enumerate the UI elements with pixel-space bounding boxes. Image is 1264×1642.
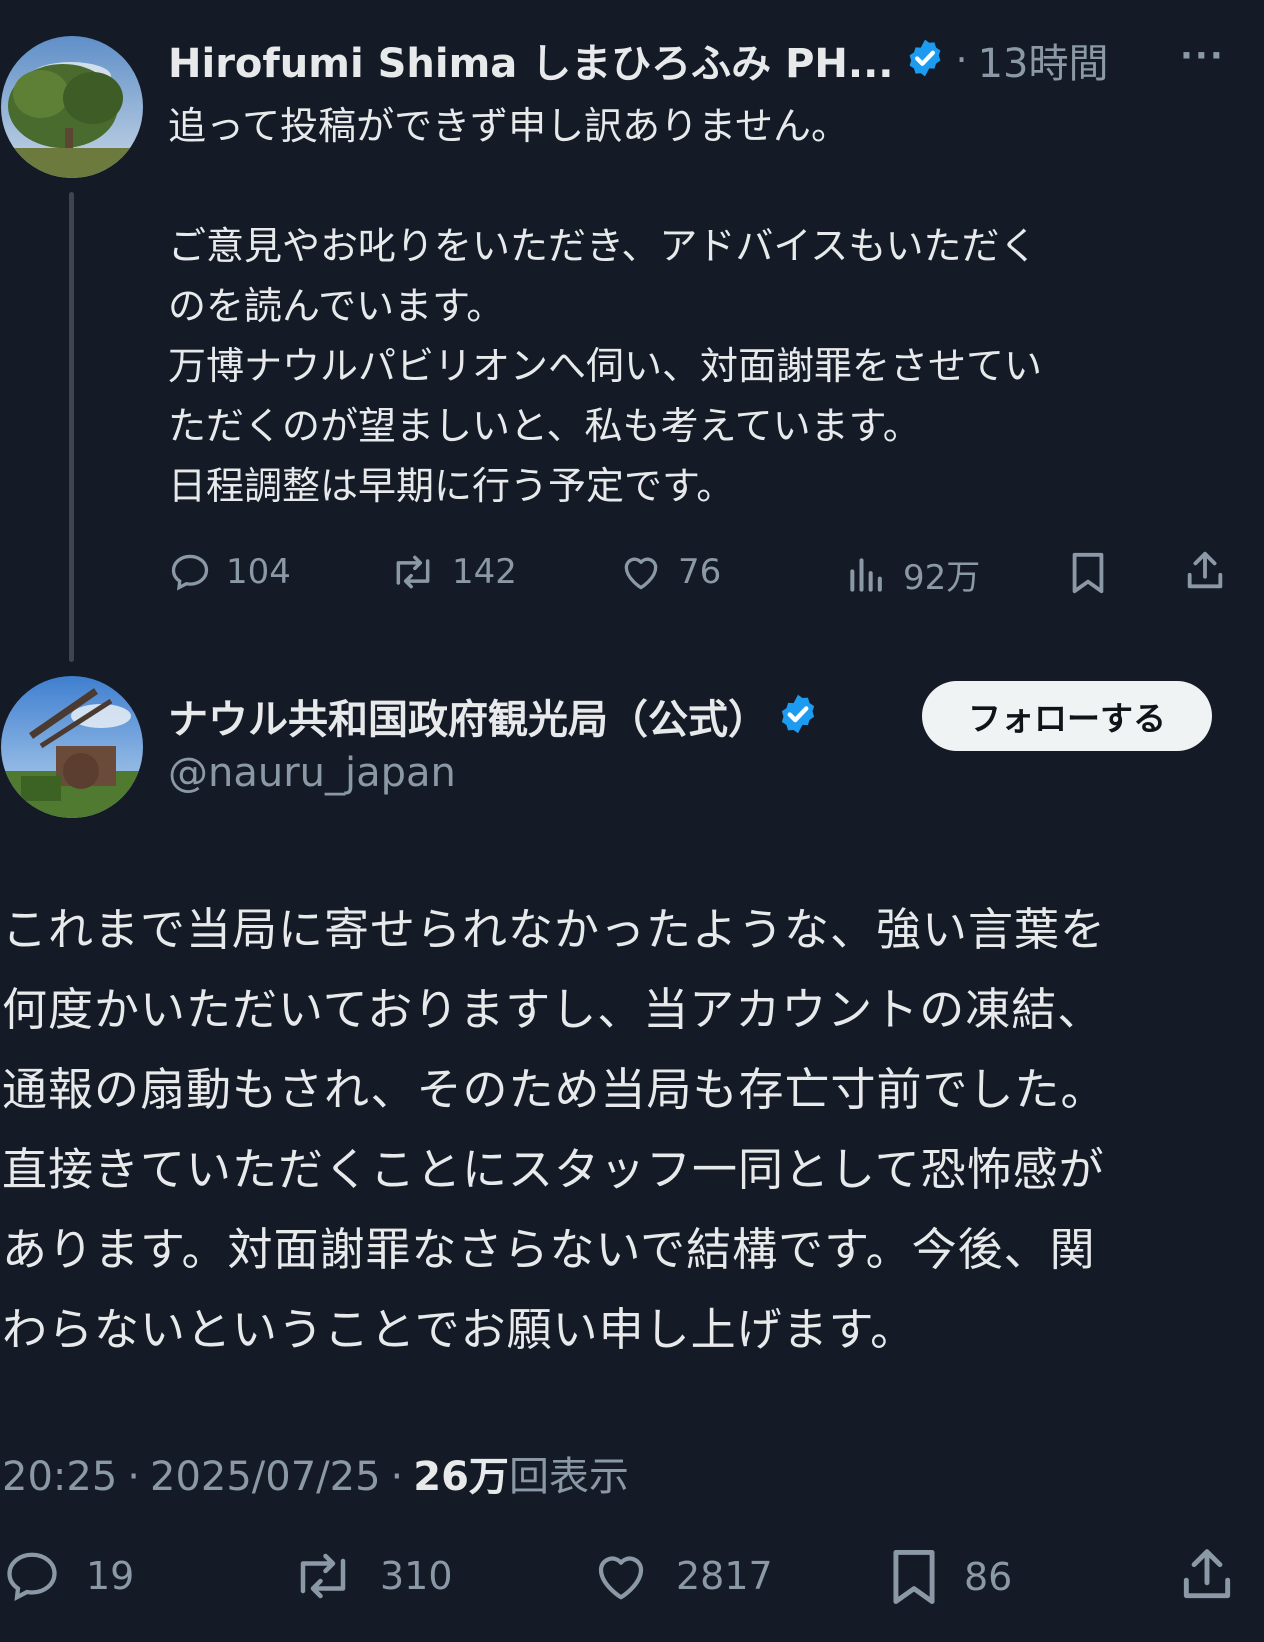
- reply-count: 19: [86, 1554, 135, 1598]
- tweet-time[interactable]: 13時間: [978, 31, 1109, 89]
- avatar[interactable]: [1, 676, 143, 818]
- views-summary[interactable]: 26万回表示: [413, 1444, 629, 1502]
- tweet-meta: 20:25 · 2025/07/25 · 26万回表示: [2, 1444, 629, 1502]
- tweet-text: これまで当局に寄せられなかったような、強い言葉を 何度かいただいておりますし、当…: [2, 903, 1107, 1356]
- display-name[interactable]: ナウル共和国政府観光局（公式）: [168, 687, 768, 745]
- heart-icon: [590, 1546, 652, 1606]
- retweet-icon: [290, 1546, 356, 1606]
- bookmark-icon: [888, 1546, 940, 1608]
- reply-icon: [168, 550, 212, 594]
- tweet2-header: ナウル共和国政府観光局（公式）: [168, 686, 820, 746]
- avatar[interactable]: [1, 36, 143, 178]
- bookmark-icon[interactable]: [1068, 550, 1108, 600]
- bar-chart-icon: [845, 553, 889, 597]
- share-icon[interactable]: [1176, 1544, 1238, 1610]
- post-date[interactable]: 2025/07/25: [150, 1454, 381, 1500]
- display-name[interactable]: Hirofumi Shima しまひろふみ PH...: [168, 31, 894, 89]
- more-options-icon[interactable]: ···: [1180, 36, 1225, 76]
- thread-line: [69, 192, 74, 662]
- like-button[interactable]: 76: [618, 550, 721, 594]
- like-count: 2817: [676, 1554, 773, 1598]
- reply-button[interactable]: 104: [168, 550, 291, 594]
- views-count: 92万: [903, 558, 981, 598]
- bookmark-button[interactable]: 86: [888, 1546, 1012, 1608]
- views-button[interactable]: 92万: [845, 550, 980, 599]
- bookmark-count: 86: [964, 1555, 1013, 1599]
- views-label: 回表示: [508, 1454, 629, 1500]
- verified-badge-icon: [776, 692, 820, 740]
- separator-dot: ·: [955, 38, 968, 82]
- like-button[interactable]: 2817: [590, 1546, 773, 1606]
- retweet-icon: [388, 550, 438, 594]
- share-icon[interactable]: [1182, 548, 1228, 598]
- reply-count: 104: [226, 552, 291, 592]
- heart-icon: [618, 550, 664, 594]
- reply-button[interactable]: 19: [2, 1546, 134, 1606]
- post-time[interactable]: 20:25: [2, 1454, 117, 1500]
- retweet-count: 310: [380, 1554, 453, 1598]
- separator-dot: ·: [127, 1454, 140, 1500]
- reply-icon: [2, 1546, 62, 1606]
- tweet-text: 追って投稿ができず申し訳ありません。 ご意見やお叱りをいただき、アドバイスもいた…: [168, 104, 1043, 508]
- separator-dot: ·: [390, 1454, 404, 1500]
- retweet-button[interactable]: 142: [388, 550, 517, 594]
- retweet-count: 142: [452, 552, 517, 592]
- views-count: 26万: [413, 1454, 509, 1500]
- verified-badge-icon: [904, 37, 946, 83]
- like-count: 76: [678, 552, 722, 592]
- retweet-button[interactable]: 310: [290, 1546, 453, 1606]
- user-handle[interactable]: @nauru_japan: [168, 750, 456, 796]
- tweet1-header: Hirofumi Shima しまひろふみ PH... · 13時間: [168, 30, 1109, 90]
- follow-button[interactable]: フォローする: [922, 681, 1212, 751]
